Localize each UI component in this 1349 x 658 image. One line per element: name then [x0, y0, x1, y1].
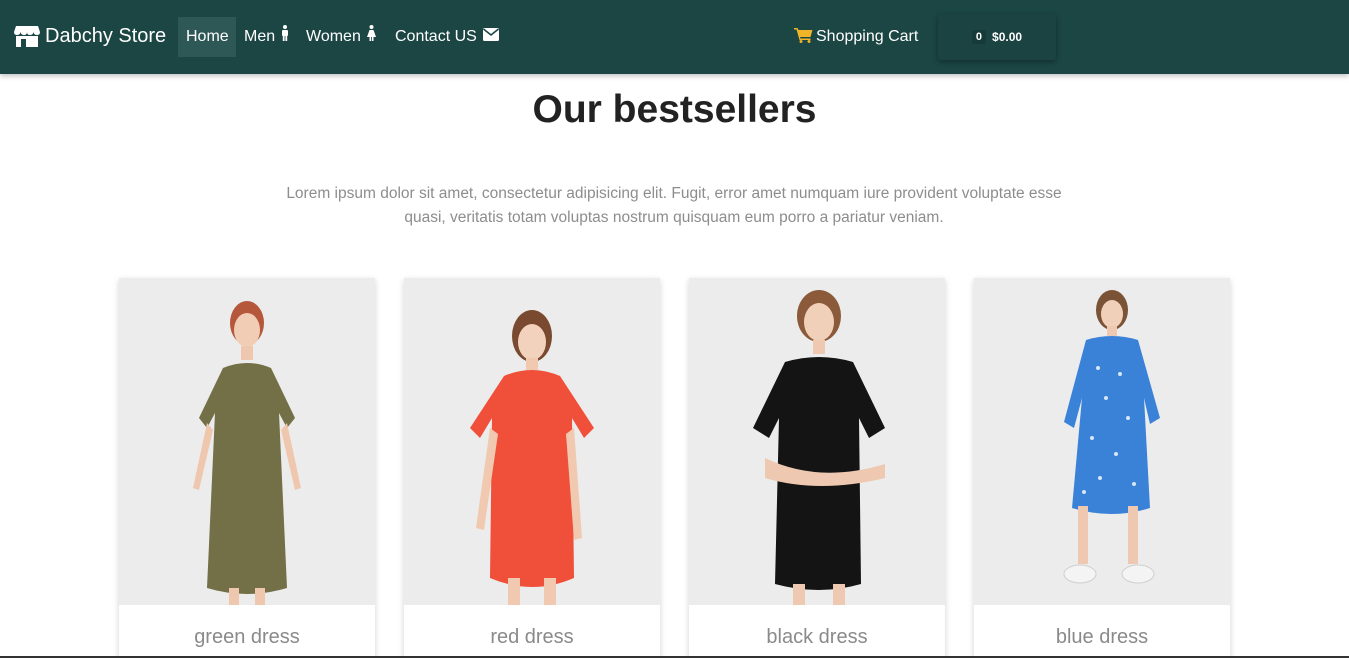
nav-contact[interactable]: Contact US: [387, 17, 507, 57]
store-icon: [14, 25, 40, 47]
product-card-black-dress[interactable]: black dress: [689, 278, 945, 658]
product-image[interactable]: [119, 278, 375, 605]
female-icon: [366, 17, 376, 57]
product-name[interactable]: blue dress: [974, 625, 1230, 649]
cart-count-badge: 0: [971, 30, 987, 44]
intro-paragraph: Lorem ipsum dolor sit amet, consectetur …: [286, 185, 1062, 226]
nav-women[interactable]: Women: [298, 17, 384, 57]
shopping-cart-link[interactable]: Shopping Cart: [794, 26, 918, 48]
product-card-red-dress[interactable]: red dress: [404, 278, 660, 658]
nav-home-label: Home: [186, 28, 229, 45]
nav-men[interactable]: Men: [236, 17, 297, 57]
product-card-green-dress[interactable]: green dress: [119, 278, 375, 658]
male-icon: [281, 17, 289, 57]
product-card-blue-dress[interactable]: blue dress: [974, 278, 1230, 658]
product-name[interactable]: black dress: [689, 625, 945, 649]
product-name[interactable]: green dress: [119, 625, 375, 649]
page-title: Our bestsellers: [532, 88, 817, 131]
product-image[interactable]: [974, 278, 1230, 605]
brand-name: Dabchy Store: [45, 25, 167, 47]
cart-summary-button[interactable]: 0 $0.00: [938, 14, 1056, 60]
top-navbar: Dabchy Store Home Men Women Contact US S…: [0, 0, 1349, 74]
nav-women-label: Women: [306, 28, 361, 45]
nav-contact-label: Contact US: [395, 28, 477, 45]
brand-link[interactable]: Dabchy Store: [14, 24, 166, 48]
nav-men-label: Men: [244, 28, 276, 45]
nav-home[interactable]: Home: [178, 17, 236, 57]
shopping-cart-icon: [794, 27, 813, 48]
envelope-icon: [482, 17, 499, 57]
shopping-cart-label: Shopping Cart: [816, 28, 919, 45]
cart-total: $0.00: [992, 30, 1023, 44]
product-name[interactable]: red dress: [404, 625, 660, 649]
product-image[interactable]: [404, 278, 660, 605]
product-image[interactable]: [689, 278, 945, 605]
